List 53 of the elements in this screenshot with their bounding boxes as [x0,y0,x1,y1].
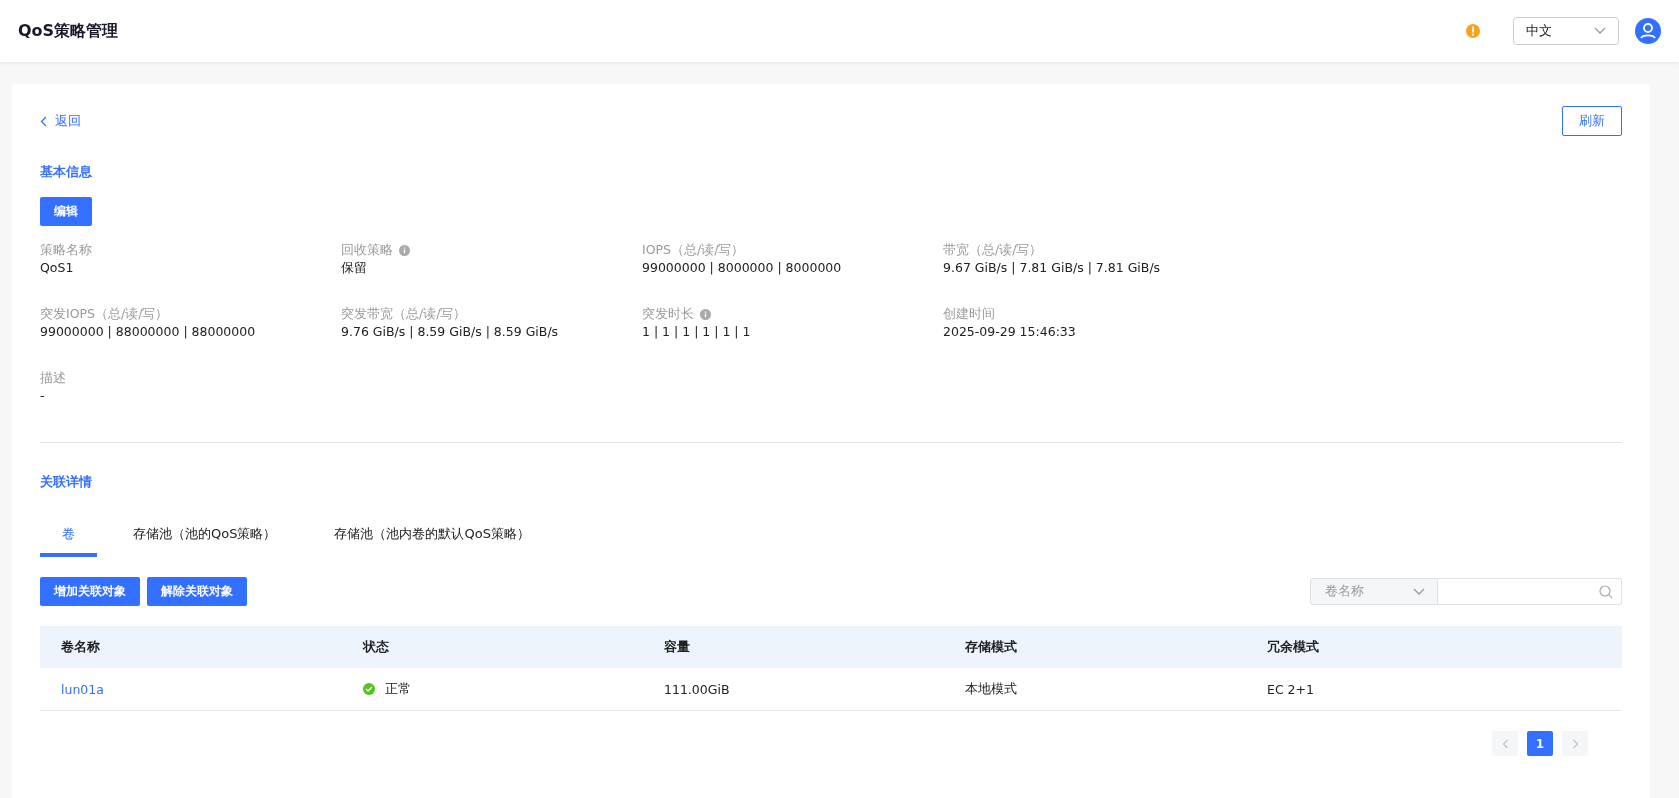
field-value: 9.67 GiB/s | 7.81 GiB/s | 7.81 GiB/s [943,260,1162,277]
field-label: 带宽（总/读/写） [943,241,1043,259]
info-icon[interactable] [700,308,711,320]
back-link[interactable]: 返回 [40,112,81,130]
field-label: 回收策略 [341,241,393,259]
search-field-select[interactable]: 卷名称 [1310,578,1438,605]
volume-link[interactable]: lun01a [61,681,104,697]
column-header: 卷名称 [40,626,342,668]
chevron-right-icon [1571,738,1579,749]
column-header: 容量 [643,626,944,668]
field-value: 99000000 | 8000000 | 8000000 [642,260,843,277]
action-button[interactable]: 解除关联对象 [147,577,247,606]
table-cell: 本地模式 [944,668,1246,711]
table-cell: EC 2+1 [1246,668,1622,711]
field-label: IOPS（总/读/写） [642,241,745,259]
section-title: 关联详情 [40,473,93,491]
language-select[interactable]: 中文 [1513,17,1619,45]
chevron-down-icon [1413,587,1425,596]
column-header: 冗余模式 [1246,626,1622,668]
tab[interactable]: 存储池（池的QoS策略） [111,517,299,557]
column-header: 状态 [342,626,643,668]
section-title: 基本信息 [40,163,93,181]
chevron-left-icon [40,115,47,127]
status-text: 正常 [385,680,411,698]
field-label: 策略名称 [40,241,92,259]
field-label: 突发IOPS（总/读/写） [40,305,169,323]
edit-button[interactable]: 编辑 [40,197,92,226]
search-icon[interactable] [1599,584,1613,599]
field-value: 1 | 1 | 1 | 1 | 1 | 1 [642,324,752,341]
field-value: 9.76 GiB/s | 8.59 GiB/s | 8.59 GiB/s [341,324,560,341]
column-header: 存储模式 [944,626,1246,668]
search-input[interactable] [1438,578,1622,605]
field-label: 描述 [40,369,66,387]
info-icon[interactable] [399,244,410,256]
refresh-button[interactable]: 刷新 [1562,106,1622,136]
chevron-down-icon [1594,27,1606,35]
field-label: 突发带宽（总/读/写） [341,305,467,323]
tab[interactable]: 卷 [40,517,97,557]
user-avatar-icon[interactable] [1635,18,1661,44]
page-button[interactable]: 1 [1527,731,1553,756]
field-value: 99000000 | 88000000 | 88000000 [40,324,257,341]
field-label: 突发时长 [642,305,694,323]
field-value: - [40,388,46,405]
page-title: QoS策略管理 [18,20,120,42]
warning-icon[interactable] [1465,23,1481,39]
tab[interactable]: 存储池（池内卷的默认QoS策略） [312,517,552,557]
field-value: 2025-09-29 15:46:33 [943,324,1077,341]
table-cell: 111.00GiB [643,668,944,711]
field-value: QoS1 [40,260,75,277]
field-value: 保留 [341,260,368,277]
chevron-left-icon [1501,738,1509,749]
action-button[interactable]: 增加关联对象 [40,577,140,606]
field-label: 创建时间 [943,305,995,323]
